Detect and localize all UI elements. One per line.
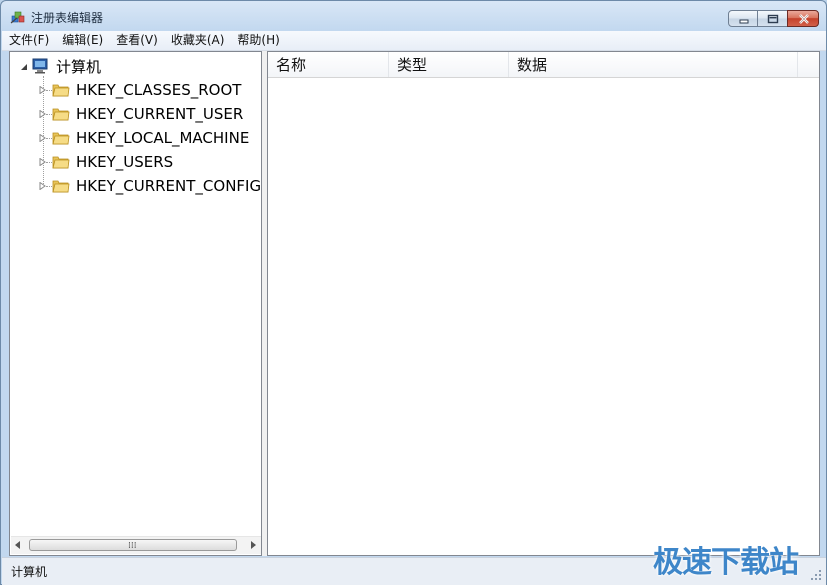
scroll-left-arrow-icon[interactable] (15, 541, 21, 549)
computer-icon (32, 58, 48, 74)
folder-icon (52, 84, 70, 97)
folder-icon (52, 108, 70, 121)
client-area: 计算机 HKEY_CLASSES_ROOT HKEY_CURRENT_USER … (9, 51, 820, 556)
maximize-icon (767, 14, 779, 24)
close-icon (799, 14, 809, 24)
folder-icon (52, 156, 70, 169)
tree-root-label: 计算机 (54, 55, 104, 77)
tree-item-hkey-classes-root[interactable]: HKEY_CLASSES_ROOT (52, 79, 241, 101)
menu-help[interactable]: 帮助(H) (230, 31, 285, 50)
menu-file[interactable]: 文件(F) (2, 31, 55, 50)
tree-item-label: HKEY_LOCAL_MACHINE (76, 129, 250, 147)
tree-item-label: HKEY_CLASSES_ROOT (76, 81, 242, 99)
scrollbar-thumb[interactable]: ⁞⁞⁞ (29, 539, 237, 551)
caption-buttons (728, 10, 819, 29)
tree-horizontal-scrollbar[interactable]: ⁞⁞⁞ (11, 536, 261, 554)
registry-editor-window: 注册表编辑器 文件(F) 编辑(E) 查看(V) 收藏夹(A) 帮助(H) 计算… (0, 0, 827, 585)
tree-item-hkey-current-user[interactable]: HKEY_CURRENT_USER (52, 103, 243, 125)
tree-item-label: HKEY_CURRENT_CONFIG (76, 177, 262, 195)
tree-item-label: HKEY_USERS (76, 153, 174, 171)
column-header: 名称 类型 数据 (268, 52, 819, 78)
title-bar[interactable]: 注册表编辑器 (1, 1, 826, 31)
watermark-logo: 极速下载站 (653, 545, 799, 580)
expand-arrow-icon[interactable] (39, 134, 47, 142)
collapse-arrow-icon[interactable] (21, 63, 29, 71)
column-type[interactable]: 类型 (389, 52, 509, 77)
scroll-right-arrow-icon[interactable] (251, 541, 257, 549)
tree-item-hkey-current-config[interactable]: HKEY_CURRENT_CONFIG (52, 175, 261, 197)
column-data[interactable]: 数据 (509, 52, 798, 77)
folder-icon (52, 132, 70, 145)
expand-arrow-icon[interactable] (39, 86, 47, 94)
resize-grip-icon[interactable] (810, 569, 822, 581)
expand-arrow-icon[interactable] (39, 110, 47, 118)
menu-bar: 文件(F) 编辑(E) 查看(V) 收藏夹(A) 帮助(H) (2, 31, 826, 51)
maximize-button[interactable] (757, 10, 788, 27)
menu-edit[interactable]: 编辑(E) (55, 31, 109, 50)
registry-tree[interactable]: 计算机 HKEY_CLASSES_ROOT HKEY_CURRENT_USER … (9, 51, 262, 556)
tree-item-label: HKEY_CURRENT_USER (76, 105, 244, 123)
menu-favorites[interactable]: 收藏夹(A) (164, 31, 231, 50)
grip-icon: ⁞⁞⁞ (128, 541, 137, 551)
tree-item-hkey-local-machine[interactable]: HKEY_LOCAL_MACHINE (52, 127, 249, 149)
folder-icon (52, 180, 70, 193)
close-button[interactable] (787, 10, 819, 27)
expand-arrow-icon[interactable] (39, 182, 47, 190)
menu-view[interactable]: 查看(V) (109, 31, 164, 50)
values-list[interactable]: 名称 类型 数据 (267, 51, 820, 556)
tree-item-hkey-users[interactable]: HKEY_USERS (52, 151, 173, 173)
column-name[interactable]: 名称 (268, 52, 389, 77)
status-path: 计算机 (11, 565, 48, 579)
expand-arrow-icon[interactable] (39, 158, 47, 166)
regedit-icon (10, 11, 25, 24)
minimize-icon (739, 19, 749, 24)
minimize-button[interactable] (728, 10, 758, 27)
tree-item-computer[interactable]: 计算机 (32, 55, 104, 77)
window-title: 注册表编辑器 (31, 11, 104, 25)
